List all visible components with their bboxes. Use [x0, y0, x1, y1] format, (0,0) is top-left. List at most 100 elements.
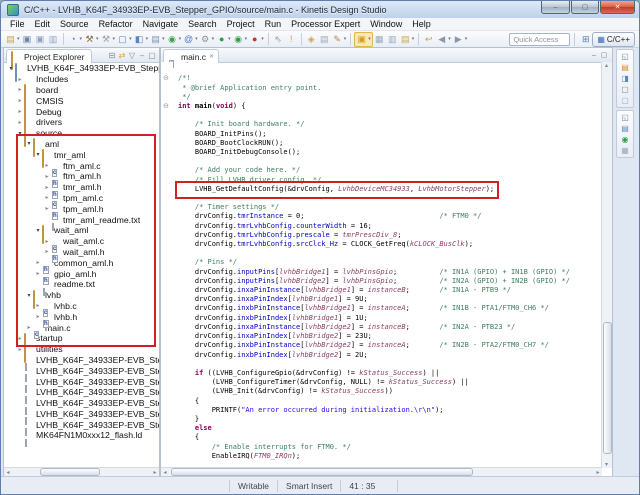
expand-icon[interactable]: ▸	[34, 302, 42, 309]
expand-icon[interactable]: ▸	[16, 119, 24, 126]
scroll-left-icon[interactable]: ◂	[4, 469, 12, 476]
tree-item-debug[interactable]: ▸Debug	[4, 106, 159, 117]
menu-source[interactable]: Source	[55, 18, 94, 30]
save-button[interactable]: ▣	[21, 33, 34, 46]
restore-view-icon[interactable]: ◱	[619, 112, 631, 123]
tree-item-board[interactable]: ▸board	[4, 85, 159, 96]
expand-icon[interactable]: ▸	[16, 76, 24, 83]
menu-run[interactable]: Run	[260, 18, 287, 30]
code-area[interactable]: */ /*! * @brief Application entry point.…	[173, 62, 602, 468]
back-button[interactable]: ◀▾	[435, 33, 452, 46]
new-window-button[interactable]: ▢▾	[116, 33, 133, 46]
expand-icon[interactable]: ▸	[16, 97, 24, 104]
expand-icon[interactable]: ▸	[43, 248, 51, 255]
fold-collapse-icon[interactable]: ⊖	[163, 75, 169, 82]
outline-view-icon[interactable]: ▤	[619, 62, 631, 73]
scroll-down-icon[interactable]: ▾	[602, 461, 611, 468]
component-inspector-button[interactable]: ▥	[386, 33, 399, 46]
quick-access-input[interactable]: Quick Access	[509, 33, 570, 46]
tree-item-readme-txt[interactable]: readme.txt	[4, 279, 159, 290]
scroll-right-icon[interactable]: ▸	[594, 469, 602, 476]
tree-item-source[interactable]: ▾source	[4, 128, 159, 139]
run-button[interactable]: ●▾	[215, 33, 232, 46]
documents-view-icon[interactable]: ▢	[619, 95, 631, 106]
expand-icon[interactable]: ▸	[16, 86, 24, 93]
tree-item-ftm-aml-h[interactable]: ▸hftm_aml.h	[4, 171, 159, 182]
collapse-icon[interactable]: ▾	[25, 140, 33, 147]
expand-icon[interactable]: ▸	[34, 270, 42, 277]
debug-config-button[interactable]: ◔▾	[67, 33, 84, 46]
last-edit-location-button[interactable]: ↩	[422, 33, 435, 46]
menu-project[interactable]: Project	[222, 18, 260, 30]
tree-item-drivers[interactable]: ▸drivers	[4, 117, 159, 128]
expand-icon[interactable]: ▸	[43, 162, 51, 169]
save-all-button[interactable]: ▣	[34, 33, 47, 46]
menu-help[interactable]: Help	[407, 18, 436, 30]
minimize-button[interactable]: –	[541, 1, 570, 14]
title-bar[interactable]: C/C++ - LVHB_K64F_34933EP-EVB_Stepper_GP…	[1, 1, 639, 18]
processor-expert-button[interactable]: ▣▾	[354, 32, 373, 47]
menu-processor-expert[interactable]: Processor Expert	[286, 18, 365, 30]
scroll-thumb[interactable]	[603, 322, 612, 454]
print-button[interactable]: ▥	[47, 33, 60, 46]
explorer-hscrollbar[interactable]: ◂ ▸	[4, 467, 159, 476]
tree-item-lvhb-h[interactable]: ▸hlvhb.h	[4, 311, 159, 322]
tree-item-main-c[interactable]: ▸cmain.c	[4, 322, 159, 333]
tree-item-wait-aml-h[interactable]: ▸hwait_aml.h	[4, 247, 159, 258]
menu-search[interactable]: Search	[183, 18, 222, 30]
minimize-editor-icon[interactable]: –	[589, 52, 599, 59]
tree-item-lvhb-k64f-34933ep-evb-stepper-gpio[interactable]: LVHB_K64F_34933EP-EVB_Stepper_GPIO	[4, 409, 159, 420]
tab-close-icon[interactable]: ✕	[209, 53, 214, 60]
debug-gdb-button[interactable]: ◉▾	[166, 33, 183, 46]
edit-element-button[interactable]: ✎▾	[331, 33, 348, 46]
expand-icon[interactable]: ▸	[34, 259, 42, 266]
tree-item-lvhb[interactable]: ▾lvhb	[4, 290, 159, 301]
expand-icon[interactable]: ▸	[43, 184, 51, 191]
menu-navigate[interactable]: Navigate	[138, 18, 184, 30]
expand-icon[interactable]: ▸	[43, 194, 51, 201]
view-menu-icon[interactable]: ▽	[127, 51, 137, 60]
expand-icon[interactable]: ▸	[43, 238, 51, 245]
open-perspective-button[interactable]: ⊞	[579, 34, 592, 45]
expand-icon[interactable]: ▸	[16, 346, 24, 353]
expand-icon[interactable]: ▸	[34, 313, 42, 320]
connect-target-button[interactable]: @▾	[182, 33, 199, 46]
expand-icon[interactable]: ▸	[43, 173, 51, 180]
tree-item-lvhb-k64f-34933ep-evb-stepper-gpio[interactable]: LVHB_K64F_34933EP-EVB_Stepper_GPIO	[4, 365, 159, 376]
profile-button[interactable]: ●▾	[248, 33, 265, 46]
menu-edit[interactable]: Edit	[30, 18, 56, 30]
make-target-view-icon[interactable]: ◨	[619, 73, 631, 84]
tree-item-includes[interactable]: ▸Includes	[4, 74, 159, 85]
tree-item-ftm-aml-c[interactable]: ▸cftm_aml.c	[4, 160, 159, 171]
link-with-editor-icon[interactable]: ⇄	[117, 51, 127, 60]
tree-item-tpm-aml-c[interactable]: ▸ctpm_aml.c	[4, 193, 159, 204]
tree-item-lvhb-k64f-34933ep-evb-stepper-gpio[interactable]: LVHB_K64F_34933EP-EVB_Stepper_GPIO	[4, 355, 159, 366]
tree-item-tmr-aml-readme-txt[interactable]: tmr_aml_readme.txt	[4, 214, 159, 225]
templates-view-icon[interactable]: ▢	[619, 84, 631, 95]
tree-item-tmr-aml-h[interactable]: ▸htmr_aml.h	[4, 182, 159, 193]
editor-hscrollbar[interactable]: ◂ ▸	[161, 467, 602, 476]
maximize-view-icon[interactable]: ▢	[147, 51, 157, 60]
collapse-icon[interactable]: ▾	[34, 151, 42, 158]
tree-item-wait-aml-c[interactable]: ▸cwait_aml.c	[4, 236, 159, 247]
collapse-icon[interactable]: ▾	[7, 65, 15, 72]
build-all-button[interactable]: ⚒▾	[100, 33, 117, 46]
tree-item-lvhb-k64f-34933ep-evb-stepper-gpio[interactable]: LVHB_K64F_34933EP-EVB_Stepper_GPIO	[4, 376, 159, 387]
menu-refactor[interactable]: Refactor	[94, 18, 138, 30]
forward-button[interactable]: ▶▾	[452, 33, 469, 46]
expand-icon[interactable]: ▸	[16, 108, 24, 115]
menu-window[interactable]: Window	[365, 18, 407, 30]
tree-item-wait-aml[interactable]: ▾wait_aml	[4, 225, 159, 236]
scroll-thumb[interactable]	[40, 468, 100, 476]
tree-item-lvhb-k64f-34933ep-evb-stepper-gpio[interactable]: LVHB_K64F_34933EP-EVB_Stepper_GPIO	[4, 398, 159, 409]
scroll-thumb[interactable]	[171, 468, 473, 476]
collapse-icon[interactable]: ▾	[16, 130, 24, 137]
tree-item-lvhb-c[interactable]: ▸clvhb.c	[4, 301, 159, 312]
fold-collapse-icon[interactable]: ⊖	[163, 103, 169, 110]
tree-item-aml[interactable]: ▾aml	[4, 139, 159, 150]
tree-item-gpio-aml-h[interactable]: ▸hgpio_aml.h	[4, 268, 159, 279]
console-view-icon[interactable]: ◉	[619, 134, 631, 145]
project-explorer-tab[interactable]: Project Explorer	[6, 49, 92, 63]
components-library-button[interactable]: ▦	[373, 33, 386, 46]
close-button[interactable]: ✕	[600, 1, 635, 14]
